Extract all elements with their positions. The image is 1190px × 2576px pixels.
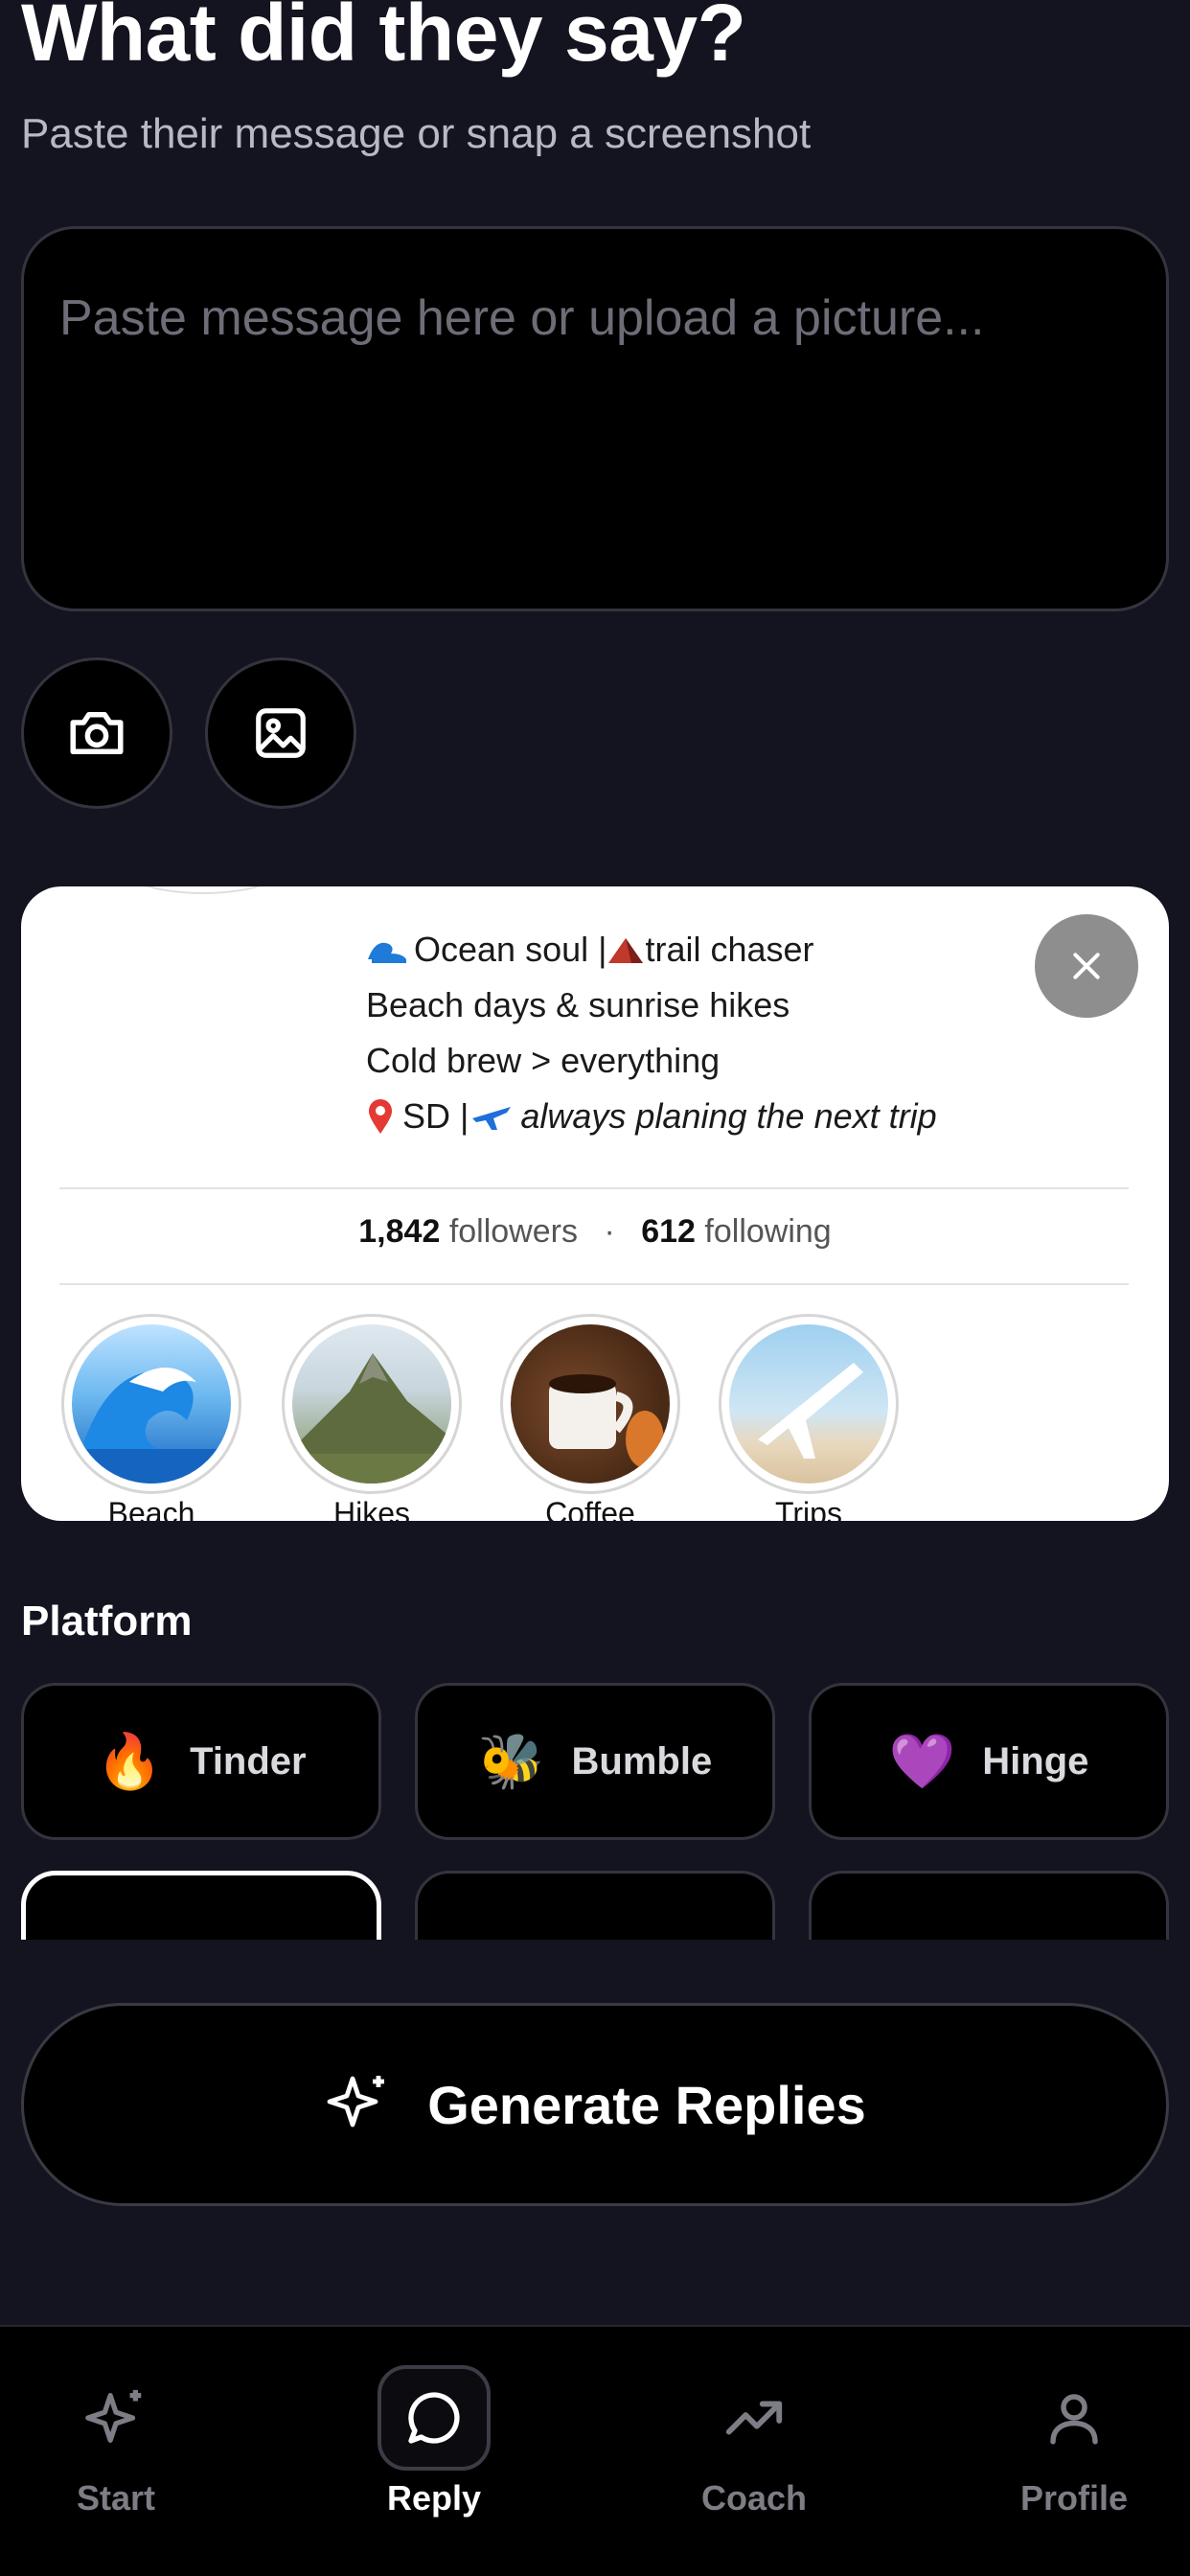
page-title: What did they say?: [21, 0, 746, 78]
tab-bar: Start Reply Coach Profile: [0, 2325, 1190, 2576]
mountain-icon: [608, 938, 644, 963]
wave-icon: [368, 942, 406, 963]
platform-option-label: Tinder: [190, 1739, 307, 1782]
tab-profile[interactable]: Profile: [926, 2327, 1190, 2518]
tab-reply[interactable]: Reply: [286, 2327, 583, 2518]
airplane-icon: [472, 1107, 512, 1130]
bio-line-2: Beach days & sunrise hikes: [366, 985, 790, 1024]
platform-row-2: [0, 1871, 1190, 1940]
fire-icon: 🔥: [96, 1731, 164, 1791]
message-input-placeholder: Paste message here or upload a picture..…: [59, 290, 985, 346]
platform-option-bumble[interactable]: 🐝 Bumble: [415, 1683, 775, 1840]
highlight-beach: Beach: [61, 1314, 241, 1521]
highlight-coffee: Coffee: [500, 1314, 680, 1521]
platform-option-label: Hinge: [982, 1739, 1089, 1782]
camera-icon: [70, 712, 124, 754]
wave-image: [72, 1368, 231, 1484]
reply-screen: What did they say? Paste their message o…: [0, 0, 1190, 2576]
close-icon: [1073, 953, 1100, 979]
camera-button[interactable]: [21, 657, 172, 809]
image-icon: [256, 708, 306, 758]
platform-option[interactable]: [415, 1871, 775, 1940]
platform-option-selected[interactable]: [21, 1871, 381, 1940]
bio-line-4: SD | always planing the next trip: [366, 1095, 937, 1138]
bio-line-3: Cold brew > everything: [366, 1041, 721, 1080]
gallery-button[interactable]: [205, 657, 356, 809]
highlight-hikes: Hikes: [282, 1314, 462, 1521]
platform-section-title: Platform: [21, 1598, 193, 1644]
chat-bubble-icon: [408, 2392, 460, 2444]
bee-icon: 🐝: [477, 1731, 545, 1791]
remove-image-button[interactable]: [1035, 914, 1138, 1018]
tab-coach[interactable]: Coach: [606, 2327, 903, 2518]
coffee-image: [549, 1374, 664, 1468]
mountain-image: [292, 1353, 451, 1484]
generate-replies-label: Generate Replies: [427, 2074, 866, 2135]
message-input[interactable]: [21, 226, 1169, 611]
platform-option[interactable]: [809, 1871, 1169, 1940]
airplane-image: [758, 1363, 863, 1459]
highlight-trips: Trips: [719, 1314, 899, 1521]
trending-up-icon: [725, 2401, 783, 2435]
follower-stats: 1,842 followers · 612 following: [358, 1213, 832, 1250]
sparkles-icon: [327, 2076, 385, 2128]
screenshot-preview: Ocean soul | trail chaser Beach days & s…: [21, 886, 1169, 1521]
purple-heart-icon: 💜: [888, 1731, 956, 1791]
tab-start[interactable]: Start: [0, 2327, 264, 2518]
sparkles-icon: [85, 2389, 142, 2443]
pin-icon: [369, 1099, 392, 1134]
platform-option-label: Bumble: [571, 1739, 713, 1782]
user-icon: [1050, 2394, 1098, 2445]
platform-option-tinder[interactable]: 🔥 Tinder: [21, 1683, 381, 1840]
page-subtitle: Paste their message or snap a screenshot: [21, 110, 812, 157]
bio-line-1: Ocean soul | trail chaser: [366, 929, 814, 971]
generate-replies-button[interactable]: Generate Replies: [21, 2003, 1169, 2206]
platform-option-hinge[interactable]: 💜 Hinge: [809, 1683, 1169, 1840]
